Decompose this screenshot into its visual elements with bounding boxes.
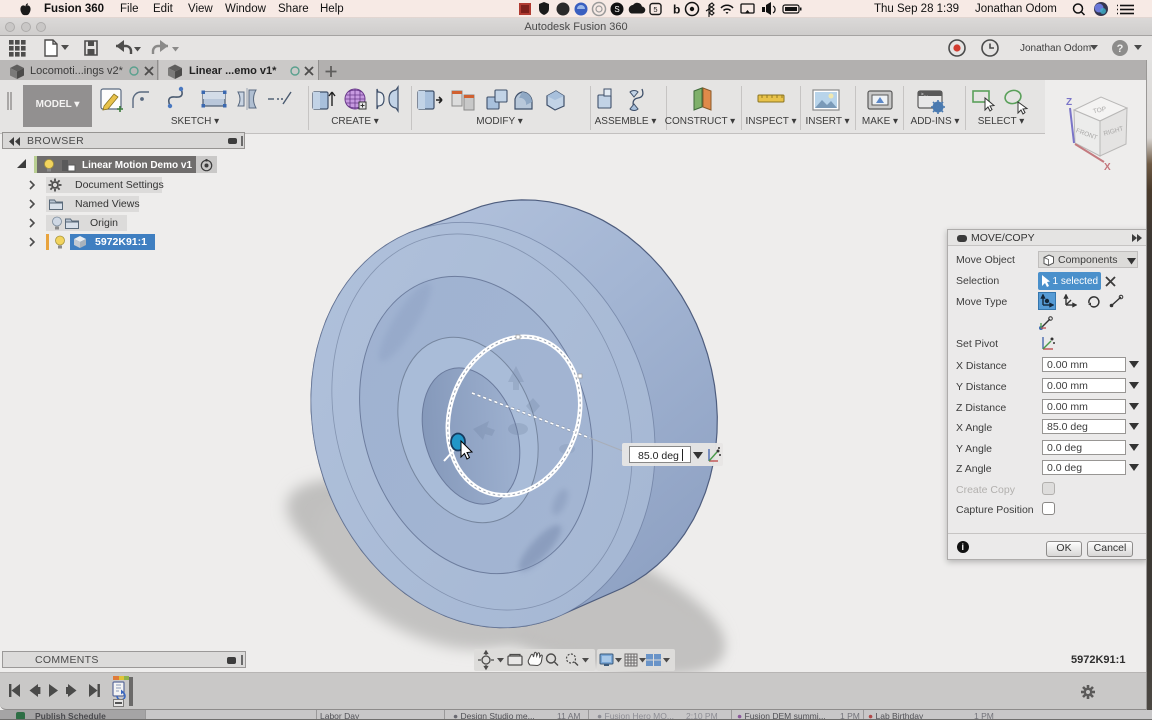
svg-text:Z: Z (1066, 97, 1072, 108)
svg-text:>…: >… (921, 92, 928, 97)
svg-text:?: ? (1117, 43, 1124, 55)
svg-text:S: S (614, 5, 619, 14)
svg-text:5: 5 (653, 5, 657, 14)
svg-text:b: b (673, 3, 680, 17)
svg-text:X: X (1104, 162, 1111, 173)
